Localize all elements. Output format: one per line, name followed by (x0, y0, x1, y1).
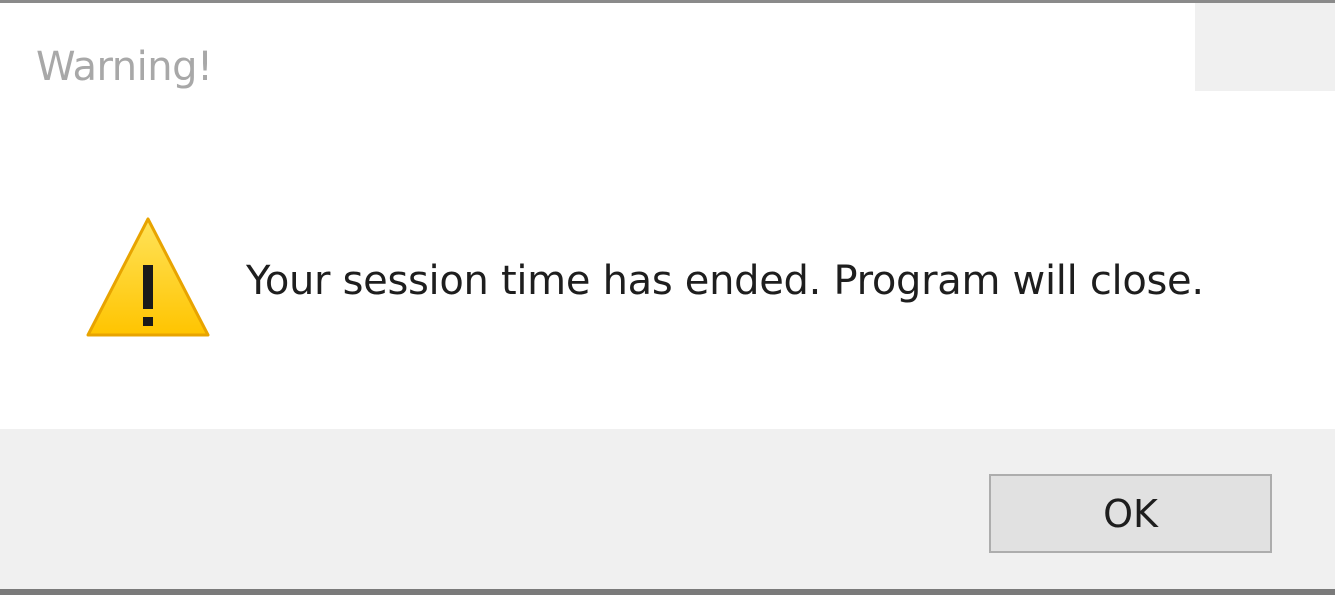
ok-button[interactable]: OK (989, 474, 1272, 553)
dialog-title: Warning! (36, 44, 213, 90)
title-bar-close-area[interactable] (1195, 3, 1335, 91)
dialog-message: Your session time has ended. Program wil… (246, 258, 1204, 304)
warning-dialog: Warning! Your session time has ended. Pr… (0, 0, 1335, 595)
button-bar: OK (0, 429, 1335, 589)
warning-triangle-icon (86, 217, 210, 337)
title-bar[interactable]: Warning! (0, 3, 1335, 93)
message-row: Your session time has ended. Program wil… (0, 203, 1335, 353)
